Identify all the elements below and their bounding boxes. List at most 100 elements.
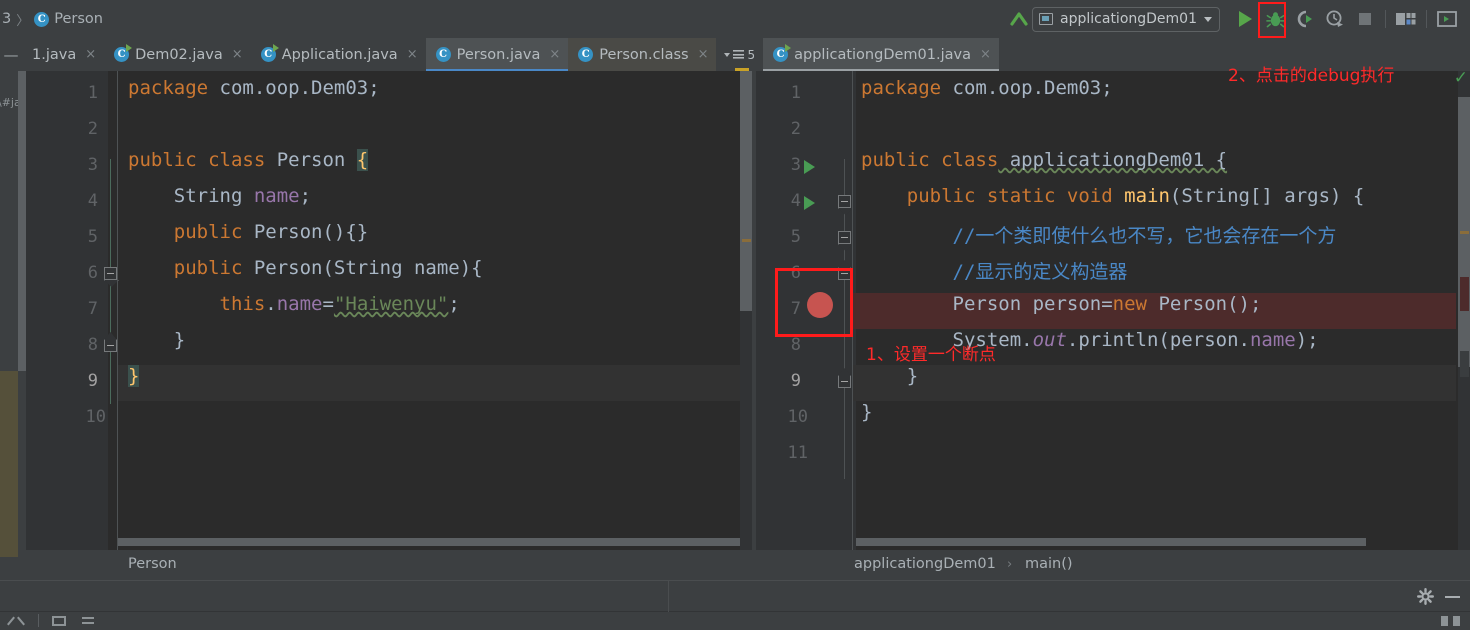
right-editor-code[interactable]: package com.oop.Dem03; public class appl… <box>853 71 1456 550</box>
run-with-coverage-button[interactable] <box>1290 4 1320 34</box>
tab-applicationgdem01-java[interactable]: C applicationgDem01.java × <box>763 38 999 71</box>
tab-dem02-java[interactable]: C Dem02.java × <box>104 38 251 71</box>
tab-person-java[interactable]: C Person.java × <box>425 38 569 71</box>
line-number: 7 <box>87 299 98 319</box>
hide-icon[interactable] <box>7 616 15 626</box>
right-editor-gutter[interactable]: 1 2 3 4 5 6 7 8 9 10 11 <box>756 71 856 550</box>
close-icon[interactable]: × <box>232 47 243 62</box>
left-marker-thumb[interactable] <box>740 71 752 311</box>
left-vertical-scrollbar-thumb[interactable] <box>18 71 26 371</box>
todo-tool-icon-2[interactable] <box>82 622 94 624</box>
layout-icon-right[interactable] <box>1453 616 1460 626</box>
terminal-tool-icon[interactable] <box>52 616 66 626</box>
close-icon[interactable]: × <box>698 47 709 62</box>
main-toolbar: 3 〉 C Person applicationgDem01 <box>0 0 1470 38</box>
run-configuration-selector[interactable]: applicationgDem01 <box>1032 6 1220 32</box>
profiler-button[interactable] <box>1320 4 1350 34</box>
line-number: 8 <box>790 335 801 355</box>
left-marker-strip[interactable] <box>740 71 752 550</box>
folder-structure-icon <box>1396 13 1416 25</box>
tab-label: applicationgDem01.java <box>794 46 971 63</box>
tab-label: Application.java <box>281 46 398 63</box>
breadcrumb-class[interactable]: Person <box>54 11 103 27</box>
right-breadcrumb: applicationgDem01 › main() <box>756 550 1470 580</box>
tab-label: Person.java <box>456 46 541 63</box>
breadcrumb-bar: Person applicationgDem01 › main() <box>0 545 1470 580</box>
fold-marker-end-method[interactable] <box>838 375 851 388</box>
fold-marker-collapse-body[interactable] <box>838 231 851 244</box>
tab-list-icon <box>733 50 745 59</box>
breakpoint-icon[interactable] <box>807 292 833 318</box>
code-line-6: public Person(String name){ <box>173 257 483 279</box>
code-line-7: this.name="Haiwenyu"; <box>219 293 460 315</box>
bottom-tool-window-bar <box>0 580 1470 613</box>
project-structure-button[interactable] <box>1391 4 1421 34</box>
tab-1-java[interactable]: 1.java × <box>22 38 104 71</box>
line-number: 1 <box>87 83 98 103</box>
ide-window: 3 〉 C Person applicationgDem01 — 1.java … <box>0 0 1470 630</box>
toolbar-divider-2 <box>1426 10 1427 28</box>
tab-person-class[interactable]: C Person.class × <box>568 38 717 71</box>
run-button[interactable] <box>1230 4 1260 34</box>
line-number: 10 <box>787 407 808 427</box>
close-icon[interactable]: × <box>407 47 418 62</box>
run-gutter-icon-class[interactable] <box>804 160 815 174</box>
line-number: 6 <box>87 263 98 283</box>
back-arrow-icon[interactable] <box>1006 6 1032 32</box>
right-marker-strip[interactable]: ✓ <box>1454 68 1470 550</box>
code-line-6: //显示的定义构造器 <box>952 261 1128 283</box>
current-line-highlight <box>118 365 742 401</box>
hidden-tabs-dropdown[interactable]: 5 <box>716 38 763 71</box>
layout-icon-left[interactable] <box>1441 616 1448 626</box>
java-run-class-icon: C <box>114 44 133 62</box>
breadcrumb-class-right[interactable]: applicationgDem01 <box>854 556 996 572</box>
chevron-down-icon <box>1204 16 1212 22</box>
run-gutter-icon-main[interactable] <box>804 196 815 210</box>
code-line-5: //一个类即使什么也不写，它也会存在一个方 <box>952 225 1337 247</box>
left-horizontal-scrollbar[interactable] <box>118 538 748 546</box>
editor-split-area: \#ja 1 2 3 4 5 6 7 8 9 10 package com.oo… <box>0 68 1470 550</box>
bottom-bar-divider <box>668 581 669 613</box>
breadcrumb-class-left[interactable]: Person <box>128 556 177 572</box>
gear-icon[interactable] <box>1417 588 1434 605</box>
fold-marker-collapse[interactable] <box>104 267 117 280</box>
breadcrumb-method-right[interactable]: main() <box>1025 556 1073 572</box>
minimize-icon[interactable] <box>1445 596 1460 598</box>
green-checkmark-icon[interactable]: ✓ <box>1454 68 1468 88</box>
warning-marker[interactable] <box>1460 231 1469 234</box>
code-line-8: } <box>128 329 186 351</box>
close-icon[interactable]: × <box>85 47 96 62</box>
terminal-button[interactable] <box>1432 4 1462 34</box>
tab-application-java[interactable]: C Application.java × <box>251 38 426 71</box>
current-line-highlight <box>853 365 1456 401</box>
line-number: 2 <box>87 119 98 139</box>
close-icon[interactable]: × <box>980 47 991 62</box>
caret-position-marker[interactable] <box>1460 351 1469 377</box>
fold-marker-end-body[interactable] <box>838 267 851 280</box>
tab-label: Dem02.java <box>135 46 223 63</box>
java-class-icon: C <box>435 47 451 62</box>
left-editor-gutter[interactable]: 1 2 3 4 5 6 7 8 9 10 <box>26 71 108 550</box>
line-number: 10 <box>85 407 106 427</box>
hide-icon-2[interactable] <box>17 616 25 626</box>
breadcrumb-separator-icon: › <box>1007 557 1013 572</box>
status-bar <box>0 612 1470 630</box>
left-editor-code[interactable]: package com.oop.Dem03; public class Pers… <box>118 71 742 550</box>
close-icon[interactable]: × <box>549 47 560 62</box>
fold-marker-collapse-method[interactable] <box>838 195 851 208</box>
annotation-debug: 2、点击的debug执行 <box>1228 66 1395 86</box>
code-line-7: Person person=new Person(); <box>861 293 1262 315</box>
left-breadcrumb: Person <box>0 545 752 580</box>
debug-button[interactable] <box>1260 4 1290 34</box>
stop-button[interactable] <box>1350 4 1380 34</box>
code-line-3: public class Person { <box>128 149 369 171</box>
breadcrumb-package[interactable]: 3 <box>2 11 11 27</box>
hidden-tab-count: 5 <box>747 47 756 62</box>
collapse-icon[interactable]: — <box>0 38 22 71</box>
fold-marker-end[interactable] <box>104 339 117 352</box>
warning-marker[interactable] <box>742 239 751 242</box>
todo-tool-icon[interactable] <box>82 617 94 619</box>
line-number-current: 9 <box>87 371 98 391</box>
right-horizontal-scrollbar[interactable] <box>856 538 1366 546</box>
breakpoint-marker[interactable] <box>1460 277 1469 311</box>
